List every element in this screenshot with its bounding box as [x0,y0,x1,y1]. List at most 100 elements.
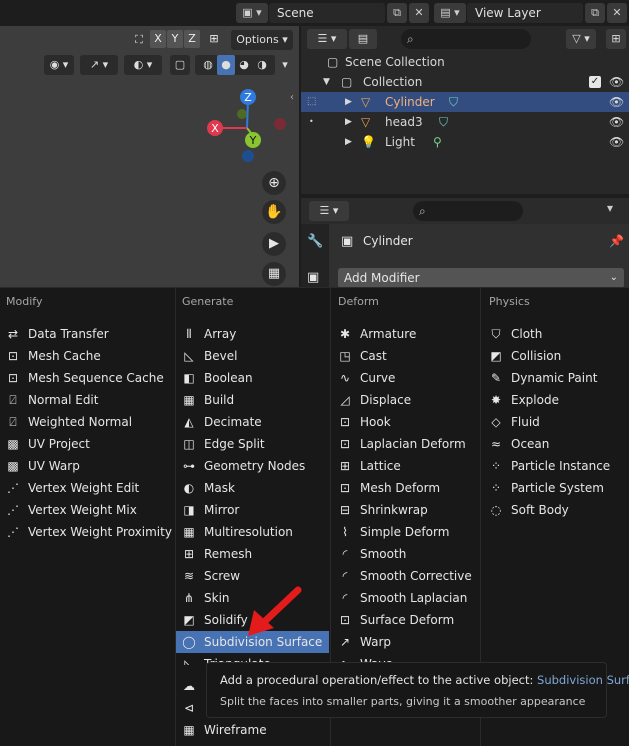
menu-item-smooth-laplacian[interactable]: ◜ Smooth Laplacian [338,587,478,609]
menu-item-simple-deform[interactable]: ⌇ Simple Deform [338,521,478,543]
outliner-row-cylinder[interactable]: ⬚ ▶ ▽ Cylinder ⛉ 👁 [301,92,629,112]
overlay-dropdown[interactable]: ◐ ▾ [124,55,162,75]
menu-item-surface-deform[interactable]: ⊡ Surface Deform [338,609,478,631]
outliner-row-light[interactable]: ▶ 💡 Light ⚲ 👁 [301,132,629,152]
menu-item-collision[interactable]: ◩ Collision [489,345,624,367]
menu-item-ocean[interactable]: ≈ Ocean [489,433,624,455]
perspective-grid-icon[interactable]: ▦ [262,262,286,286]
menu-item-cast[interactable]: ◳ Cast [338,345,478,367]
menu-item-mask[interactable]: ◐ Mask [182,477,327,499]
properties-search-input[interactable]: ⌕ [413,201,523,221]
menu-item-remesh[interactable]: ⊞ Remesh [182,543,327,565]
display-mode-dropdown[interactable]: ▤ [349,29,377,49]
3d-viewport[interactable]: ⛶ X Y Z ⊞ Options ▾ ◉ ▾ ↗ ▾ ◐ ▾ ▢ ◍ ● ◕ ◑ ▾… [0,26,299,290]
mirror-y-button[interactable]: Y [167,30,183,48]
menu-item-smooth-corrective[interactable]: ◜ Smooth Corrective [338,565,478,587]
filter-dropdown[interactable]: ▽ ▾ [566,29,596,49]
menu-item-fluid[interactable]: ◇ Fluid [489,411,624,433]
outliner-row-head3[interactable]: • ▶ ▽ head3 ⛉ 👁 [301,112,629,132]
menu-item-laplacian-deform[interactable]: ⊡ Laplacian Deform [338,433,478,455]
view-layer-type-dropdown[interactable]: ▤ ▾ [434,3,466,23]
menu-item-bevel[interactable]: ◺ Bevel [182,345,327,367]
menu-item-wireframe[interactable]: ▦ Wireframe [182,719,327,741]
menu-item-armature[interactable]: ✱ Armature [338,323,478,345]
menu-item-uv-project[interactable]: ▩ UV Project [6,433,171,455]
visibility-eye-icon[interactable]: 👁 [609,132,624,152]
menu-item-curve[interactable]: ∿ Curve [338,367,478,389]
rendered-shading-icon[interactable]: ◑ [253,55,271,75]
menu-item-particle-system[interactable]: ⁘ Particle System [489,477,624,499]
solid-shading-icon[interactable]: ● [217,55,235,75]
menu-item-vertex-weight-proximity[interactable]: ⋰ Vertex Weight Proximity [6,521,172,543]
pan-hand-icon[interactable]: ✋ [262,200,286,224]
add-modifier-dropdown[interactable]: Add Modifier ⌄ [338,268,624,288]
sidebar-toggle-icon[interactable]: ‹ [290,92,294,103]
shading-options-icon[interactable]: ▾ [276,55,294,75]
visibility-eye-icon[interactable]: 👁 [609,92,624,112]
menu-item-hook[interactable]: ⊡ Hook [338,411,478,433]
menu-item-weighted-normal[interactable]: ⍁ Weighted Normal [6,411,171,433]
delete-scene-icon[interactable]: ✕ [409,3,429,23]
snap-icon[interactable]: ⊞ [206,30,222,48]
menu-item-data-transfer[interactable]: ⇄ Data Transfer [6,323,171,345]
menu-item-explode[interactable]: ✸ Explode [489,389,624,411]
material-shading-icon[interactable]: ◕ [235,55,253,75]
menu-item-mesh-deform[interactable]: ⊡ Mesh Deform [338,477,478,499]
scene-type-dropdown[interactable]: ▣ ▾ [236,3,268,23]
view-layer-name-field[interactable]: View Layer [467,3,583,23]
menu-item-array[interactable]: ⦀ Array [182,323,327,345]
expand-arrow-icon[interactable]: ▼ [323,72,330,92]
menu-item-shrinkwrap[interactable]: ⊟ Shrinkwrap [338,499,478,521]
menu-item-multiresolution[interactable]: ▦ Multiresolution [182,521,327,543]
menu-item-dynamic-paint[interactable]: ✎ Dynamic Paint [489,367,624,389]
pin-icon[interactable]: 📌 [609,234,624,248]
new-scene-icon[interactable]: ⧉ [387,3,407,23]
expand-arrow-icon[interactable]: ▶ [345,92,352,112]
mirror-z-button[interactable]: Z [184,30,200,48]
menu-item-geometry-nodes[interactable]: ⊶ Geometry Nodes [182,455,327,477]
menu-item-decimate[interactable]: ◭ Decimate [182,411,327,433]
menu-item-mirror[interactable]: ◨ Mirror [182,499,327,521]
mirror-x-button[interactable]: X [150,30,166,48]
menu-item-mesh-sequence-cache[interactable]: ⊡ Mesh Sequence Cache [6,367,171,389]
editor-type-dropdown[interactable]: ☰ ▾ [309,201,349,221]
collection-checkbox[interactable]: ✓ [589,76,601,88]
tool-tab-icon[interactable]: 🔧 [307,234,323,249]
menu-item-boolean[interactable]: ◧ Boolean [182,367,327,389]
menu-item-weld[interactable]: ⊲ [182,697,204,719]
visibility-eye-icon[interactable]: 👁 [609,112,624,132]
new-view-layer-icon[interactable]: ⧉ [585,3,605,23]
menu-item-vertex-weight-edit[interactable]: ⋰ Vertex Weight Edit [6,477,171,499]
neg-y-axis-dot[interactable] [237,109,247,119]
outliner-row-collection[interactable]: ▼ ▢ Collection ✓ 👁 [301,72,629,92]
editor-type-dropdown[interactable]: ☰ ▾ [307,29,347,49]
menu-item-particle-instance[interactable]: ⁘ Particle Instance [489,455,624,477]
visibility-dropdown[interactable]: ◉ ▾ [44,55,74,75]
menu-item-lattice[interactable]: ⊞ Lattice [338,455,478,477]
menu-item-build[interactable]: ▦ Build [182,389,327,411]
expand-arrow-icon[interactable]: ▶ [345,112,352,132]
menu-item-edge-split[interactable]: ◫ Edge Split [182,433,327,455]
menu-item-normal-edit[interactable]: ⍁ Normal Edit [6,389,171,411]
menu-item-soft-body[interactable]: ◌ Soft Body [489,499,624,521]
menu-item-volume-to-mesh[interactable]: ☁ [182,675,204,697]
zoom-icon[interactable]: ⊕ [262,171,286,195]
visibility-eye-icon[interactable]: 👁 [609,72,624,92]
menu-item-cloth[interactable]: ⛉ Cloth [489,323,624,345]
menu-item-vertex-weight-mix[interactable]: ⋰ Vertex Weight Mix [6,499,171,521]
neg-x-axis-dot[interactable] [274,118,286,130]
expand-arrow-icon[interactable]: ▶ [345,132,352,152]
menu-item-displace[interactable]: ◿ Displace [338,389,478,411]
menu-item-mesh-cache[interactable]: ⊡ Mesh Cache [6,345,171,367]
wireframe-shading-icon[interactable]: ◍ [199,55,217,75]
new-collection-icon[interactable]: ⊞ [606,29,626,49]
mirror-icon[interactable]: ⛶ [130,30,148,50]
xray-toggle-icon[interactable]: ▢ [170,55,190,75]
menu-item-smooth[interactable]: ◜ Smooth [338,543,478,565]
camera-view-icon[interactable]: ▶ [262,232,286,256]
menu-item-warp[interactable]: ↗ Warp [338,631,478,653]
render-tab-icon[interactable]: ▣ [307,270,319,285]
outliner-row-scene-collection[interactable]: ▢ Scene Collection [301,52,629,72]
menu-item-uv-warp[interactable]: ▩ UV Warp [6,455,171,477]
neg-z-axis-dot[interactable] [242,150,254,162]
